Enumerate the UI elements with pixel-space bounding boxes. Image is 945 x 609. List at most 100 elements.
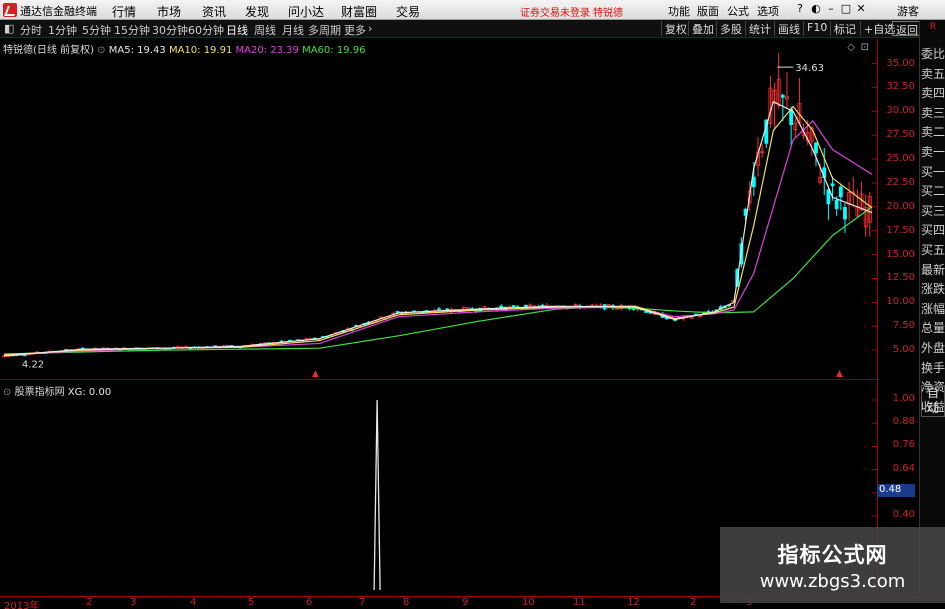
candle-body [606, 304, 611, 307]
period-tab-weekly[interactable]: 周线 [254, 22, 276, 38]
side-item[interactable]: 委比 [921, 47, 945, 62]
toolbar-stats[interactable]: 统计 [745, 21, 774, 36]
side-item[interactable]: 外盘 [921, 341, 945, 356]
price-tick-label: 10.00 [886, 296, 915, 308]
side-item[interactable]: 卖二 [921, 125, 945, 140]
time-axis-label: 8 [403, 597, 410, 608]
side-item[interactable]: 买五 [921, 243, 945, 258]
menu-trade[interactable]: 交易 [396, 3, 420, 20]
skin-icon[interactable]: ◐ [809, 2, 823, 16]
maximize-icon[interactable]: □ [839, 2, 853, 16]
period-tab-60min[interactable]: 60分钟 [188, 22, 224, 38]
price-chart-panel[interactable]: 特锐德(日线 前复权) ⊙ MA5: 19.43 MA10: 19.91 MA2… [0, 39, 877, 379]
menu-ask[interactable]: 问小达 [288, 3, 324, 20]
side-item[interactable]: 卖四 [921, 86, 945, 101]
price-tick-label: 17.50 [886, 224, 915, 236]
price-tick-label: 35.00 [886, 57, 915, 69]
time-axis-label: 7 [359, 597, 366, 608]
candle-body [838, 186, 843, 198]
period-tab-intraday[interactable]: 分时 [20, 22, 42, 38]
price-tick-label: 7.50 [892, 320, 915, 332]
price-tick-label: 30.00 [886, 105, 915, 117]
side-r-tag: R [929, 22, 937, 32]
app-logo-icon [3, 3, 17, 17]
menu-wealth[interactable]: 财富圈 [341, 3, 377, 20]
time-axis-label: 5 [248, 597, 255, 608]
side-item[interactable]: 卖三 [921, 106, 945, 121]
candle-body [22, 354, 27, 357]
side-item[interactable]: 换手 [921, 361, 945, 376]
toolbar-restore-rights[interactable]: 复权 [661, 21, 690, 36]
menu-news[interactable]: 资讯 [202, 3, 226, 20]
price-axis: 35.00 32.50 30.00 27.50 25.00 22.50 20.00 17.50… [877, 39, 919, 596]
side-item[interactable]: 买四 [921, 223, 945, 238]
toolbar-overlay[interactable]: 叠加 [688, 21, 717, 36]
ma10-line [3, 105, 873, 356]
period-tab-1min[interactable]: 1分钟 [48, 22, 77, 38]
watermark-url: www.zbgs3.com [759, 571, 906, 592]
period-tab-monthly[interactable]: 月线 [282, 22, 304, 38]
time-axis-label: 10 [522, 597, 535, 608]
event-marker-icon: ▲ [836, 369, 843, 379]
period-tab-daily[interactable]: 日线 [226, 22, 248, 38]
candle-body [843, 207, 847, 220]
side-item[interactable]: 买一 [921, 165, 945, 180]
signal-spike [373, 399, 381, 591]
period-tab-more[interactable]: 更多 [344, 22, 366, 38]
period-tab-15min[interactable]: 15分钟 [114, 22, 150, 38]
indicator-tick-label: 0.76 [892, 439, 915, 451]
side-item[interactable]: 卖一 [921, 145, 945, 160]
title-menu-bar: 通达信金融终端 行情 市场 资讯 发现 问小达 财富圈 交易 证券交易未登录 特… [0, 0, 945, 20]
side-item[interactable]: 买三 [921, 204, 945, 219]
indicator-tick-label: 0.64 [892, 462, 915, 474]
side-item[interactable]: 最新 [921, 263, 945, 278]
watermark-banner: 指标公式网 www.zbgs3.com [720, 527, 945, 603]
time-axis-label: 2013年 [4, 601, 40, 609]
period-toolbar: ◧ 分时 1分钟 5分钟 15分钟 30分钟 60分钟 日线 周线 月线 多周期… [0, 20, 945, 38]
low-price-label: 4.22 [22, 360, 44, 371]
menu-function[interactable]: 功能 [668, 3, 690, 19]
toolbar-f10[interactable]: F10 [803, 21, 830, 36]
candle-body [834, 199, 839, 209]
time-axis-label: 11 [573, 597, 586, 608]
app-title: 通达信金融终端 [20, 5, 97, 18]
period-tab-5min[interactable]: 5分钟 [82, 22, 111, 38]
time-axis-label: 2 [86, 597, 93, 608]
help-icon[interactable]: ? [793, 2, 807, 16]
login-notice[interactable]: 证券交易未登录 [520, 4, 590, 19]
side-item[interactable]: 总量 [921, 321, 945, 336]
minimize-icon[interactable]: – [824, 2, 838, 16]
ma60-line [3, 206, 873, 355]
auto-button[interactable]: 自动 [921, 385, 945, 417]
side-item[interactable]: 涨幅 [921, 302, 945, 317]
menu-guest[interactable]: 游客 [897, 3, 919, 19]
price-chart-svg: 34.63 4.22 ▲ ▲ [2, 52, 877, 379]
watermark-title: 指标公式网 [777, 543, 888, 567]
side-item[interactable]: 卖五 [921, 67, 945, 82]
menu-formula[interactable]: 公式 [727, 3, 749, 19]
period-tab-multi[interactable]: 多周期 [308, 22, 341, 38]
toolbar-mark[interactable]: 标记 [830, 21, 859, 36]
indicator-tick-label: 0.40 [892, 509, 915, 520]
candle-body [830, 183, 835, 187]
price-tick-label: 32.50 [886, 81, 915, 93]
menu-options[interactable]: 选项 [757, 3, 779, 19]
menu-discover[interactable]: 发现 [245, 3, 269, 20]
menu-quotes[interactable]: 行情 [112, 3, 136, 20]
close-icon[interactable]: ✕ [854, 2, 868, 16]
menu-market[interactable]: 市场 [157, 3, 181, 20]
toolbar-back[interactable]: 返回 [892, 21, 922, 37]
side-item[interactable]: 买二 [921, 184, 945, 199]
period-tab-30min[interactable]: 30分钟 [152, 22, 188, 38]
toolbar-left-icon[interactable]: ◧ [4, 22, 14, 35]
menu-layout[interactable]: 版面 [697, 3, 719, 19]
time-axis-label: 12 [627, 597, 640, 608]
toolbar-draw[interactable]: 画线 [774, 21, 803, 36]
candle-body [511, 305, 516, 308]
toolbar-multi-stock[interactable]: 多股 [716, 21, 745, 36]
candle-body [789, 108, 794, 126]
price-tick-label: 5.00 [892, 344, 915, 356]
more-arrow-icon[interactable]: › [368, 22, 372, 35]
indicator-tick-label: 0.88 [892, 416, 915, 428]
side-item[interactable]: 涨跌 [921, 282, 945, 297]
